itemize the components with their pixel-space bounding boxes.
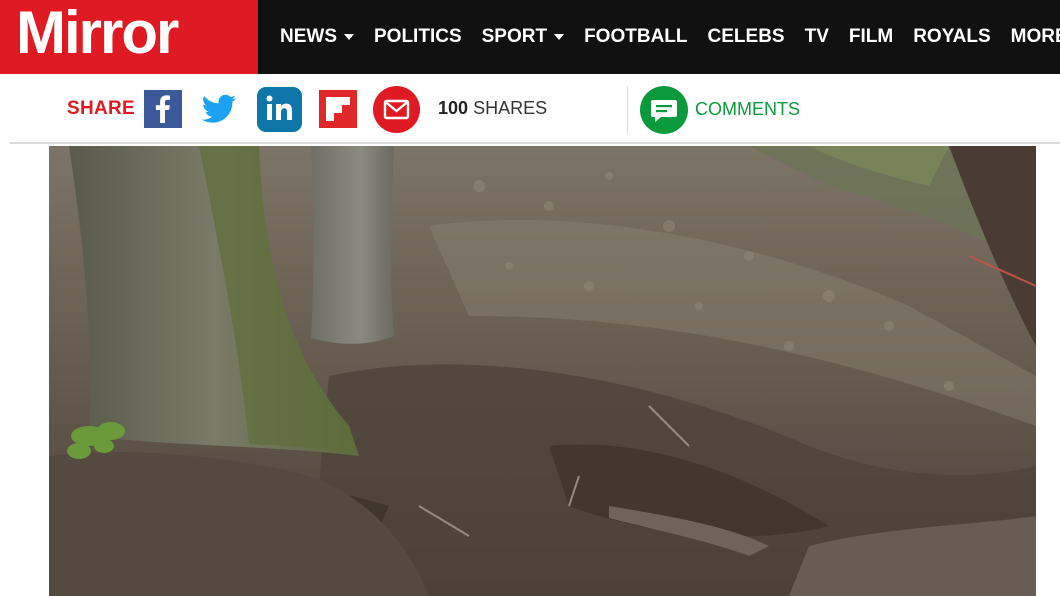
nav-label: NEWS xyxy=(280,26,337,47)
woodland-ground-photo xyxy=(49,146,1036,596)
nav-item-football[interactable]: FOOTBALL xyxy=(584,26,687,48)
nav-item-royals[interactable]: ROYALS xyxy=(913,26,990,48)
twitter-share-button[interactable] xyxy=(200,90,238,128)
linkedin-share-button[interactable] xyxy=(257,87,302,132)
page-margin xyxy=(1036,146,1060,596)
share-count: 100 SHARES xyxy=(438,98,547,119)
nav-label: TV xyxy=(804,26,829,47)
share-count-number: 100 xyxy=(438,98,469,118)
flipboard-icon xyxy=(326,97,350,121)
nav-label: POLITICS xyxy=(374,26,462,47)
nav-label: SPORT xyxy=(481,26,548,47)
share-label: SHARE xyxy=(67,98,136,119)
email-share-button[interactable] xyxy=(373,86,420,133)
article-photo[interactable] xyxy=(49,146,1036,596)
comment-bubble-icon xyxy=(651,100,677,122)
site-header: Mirror NEWS POLITICS SPORT FOOTBALL CELE… xyxy=(0,0,1060,74)
comments-link[interactable]: COMMENTS xyxy=(695,99,800,120)
nav-label: MORE xyxy=(1010,26,1060,47)
facebook-icon xyxy=(155,95,170,123)
nav-item-sport[interactable]: SPORT xyxy=(481,26,565,48)
logo-text: Mirror xyxy=(16,0,179,66)
nav-item-tv[interactable]: TV xyxy=(805,26,829,48)
nav-item-more[interactable]: MORE xyxy=(1011,26,1060,48)
linkedin-icon xyxy=(266,95,292,120)
nav-label: FILM xyxy=(848,26,894,47)
twitter-icon xyxy=(201,94,237,123)
share-count-label: SHARES xyxy=(473,98,548,118)
nav-label: CELEBS xyxy=(707,26,785,47)
nav-item-celebs[interactable]: CELEBS xyxy=(708,26,785,48)
nav-item-film[interactable]: FILM xyxy=(849,26,893,48)
share-bar: SHARE 100 SHARES COMMENTS xyxy=(10,74,1060,144)
nav-label: FOOTBALL xyxy=(584,26,688,47)
nav-item-politics[interactable]: POLITICS xyxy=(374,26,462,48)
comments-button[interactable] xyxy=(640,86,688,134)
email-icon xyxy=(383,99,410,120)
nav-item-news[interactable]: NEWS xyxy=(280,26,354,48)
chevron-down-icon xyxy=(344,34,354,40)
flipboard-share-button[interactable] xyxy=(319,90,357,128)
chevron-down-icon xyxy=(554,34,565,40)
divider xyxy=(627,86,628,134)
mirror-logo[interactable]: Mirror xyxy=(0,0,258,74)
page-margin xyxy=(10,146,49,596)
nav-label: ROYALS xyxy=(913,26,991,47)
facebook-share-button[interactable] xyxy=(144,90,182,128)
main-nav: NEWS POLITICS SPORT FOOTBALL CELEBS TV F… xyxy=(258,0,1060,74)
